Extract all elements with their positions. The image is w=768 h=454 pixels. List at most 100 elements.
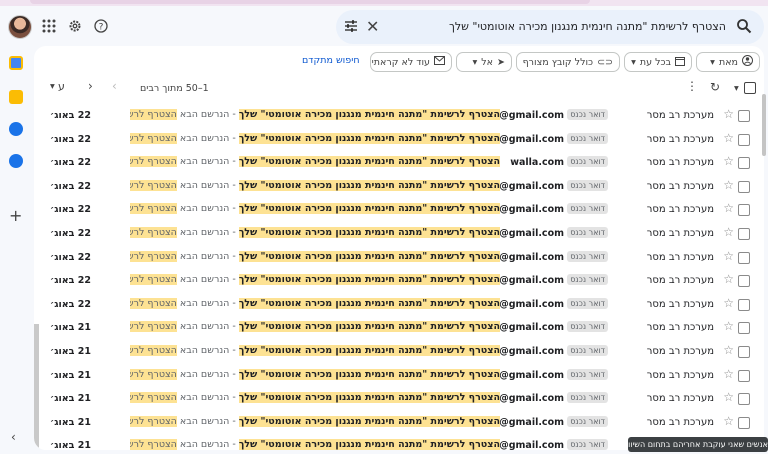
- contacts-icon[interactable]: [9, 154, 23, 168]
- help-icon[interactable]: ?: [92, 17, 110, 35]
- row-label-chip[interactable]: דואר נכנס: [567, 321, 608, 333]
- row-label-chip[interactable]: דואר נכנס: [567, 203, 608, 215]
- row-date: 22 באוג׳: [50, 251, 91, 263]
- row-snippet-highlight: הצטרף לרשימת "מ...: [130, 109, 177, 120]
- row-label-chip[interactable]: דואר נכנס: [567, 439, 608, 450]
- row-checkbox[interactable]: [738, 298, 750, 311]
- star-icon[interactable]: ☆: [723, 249, 734, 263]
- language-dropdown-icon[interactable]: ▾: [50, 81, 55, 92]
- row-checkbox[interactable]: [738, 346, 750, 358]
- search-query[interactable]: הצטרף לרשימת "מתנה חינמית מנגנון מכירה א…: [449, 20, 726, 33]
- search-icon[interactable]: [736, 18, 754, 36]
- date-filter-chip[interactable]: בכל עת ▾: [624, 52, 692, 72]
- table-row[interactable]: ☆מערכת רב מסרדואר נכנס@gmail.comהצטרף לר…: [34, 245, 764, 271]
- unread-filter-chip[interactable]: עוד לא קראתי: [370, 52, 452, 72]
- table-row[interactable]: ☆מערכת רב מסרדואר נכנס@gmail.comהצטרף לר…: [34, 222, 764, 247]
- input-language-label[interactable]: ע: [58, 80, 65, 93]
- star-icon[interactable]: ☆: [723, 296, 734, 310]
- row-checkbox[interactable]: [738, 393, 750, 406]
- attachment-filter-chip[interactable]: ⊂⊃ כולל קובץ מצורף: [516, 52, 620, 72]
- table-row[interactable]: ☆מערכת רב מסרדואר נכנס@gmail.comהצטרף לר…: [34, 363, 764, 389]
- star-icon[interactable]: ☆: [723, 343, 734, 357]
- row-label-chip[interactable]: דואר נכנס: [567, 227, 608, 238]
- row-checkbox[interactable]: [738, 416, 750, 429]
- to-filter-chip[interactable]: ➤ אל ▾: [456, 52, 512, 72]
- row-label-chip[interactable]: דואר נכנס: [567, 345, 608, 356]
- clear-search-icon[interactable]: ✕: [366, 17, 379, 36]
- star-icon[interactable]: ☆: [723, 225, 734, 239]
- row-checkbox[interactable]: [738, 369, 750, 382]
- search-options-icon[interactable]: [344, 19, 358, 33]
- table-row[interactable]: ☆מערכת רב מסרדואר נכנס@gmail.comהצטרף לר…: [34, 174, 764, 200]
- row-label-chip[interactable]: דואר נכנס: [567, 368, 608, 380]
- star-icon[interactable]: ☆: [723, 107, 734, 121]
- table-row[interactable]: ☆מערכת רב מסרדואר נכנס@gmail.comהצטרף לר…: [34, 387, 764, 413]
- refresh-icon[interactable]: ↻: [710, 80, 720, 94]
- row-snippet-text: - הנרשם הבא: [176, 227, 239, 238]
- table-row[interactable]: ☆מערכת רב מסרדואר נכנס@gmail.comהצטרף לר…: [34, 292, 764, 318]
- table-row[interactable]: ☆מערכת רב מסרדואר נכנס@gmail.comהצטרף לר…: [34, 269, 764, 295]
- calendar-icon[interactable]: [9, 56, 23, 70]
- row-checkbox[interactable]: [738, 251, 750, 264]
- avatar[interactable]: [8, 15, 32, 39]
- from-filter-label: מאת: [718, 56, 738, 68]
- table-row[interactable]: ☆ מערכת רב מסר דואר נכנס walla.com הצטרף לרש…: [34, 151, 764, 177]
- table-row[interactable]: ☆מערכת רב מסרדואר נכנס@gmail.comהצטרף לר…: [34, 340, 764, 365]
- row-checkbox[interactable]: [738, 180, 750, 193]
- chevron-down-icon: ▾: [472, 56, 478, 68]
- star-icon[interactable]: ☆: [723, 319, 734, 333]
- message-list: ☆ מערכת רב מסר דואר נכנס @gmail.com הצטרף לר…: [34, 104, 764, 450]
- row-label-chip[interactable]: דואר נכנס: [567, 109, 608, 120]
- table-row[interactable]: ☆מערכת רב מסרדואר נכנס@gmail.comהצטרף לר…: [34, 104, 764, 129]
- row-checkbox[interactable]: [738, 228, 750, 240]
- older-page-icon[interactable]: ›: [88, 79, 93, 93]
- keep-icon[interactable]: [9, 90, 23, 104]
- row-snippet-text: - הנרשם הבא: [176, 179, 239, 191]
- star-icon[interactable]: ☆: [723, 178, 734, 192]
- star-icon[interactable]: ☆: [723, 367, 734, 381]
- scrollbar[interactable]: [762, 94, 766, 156]
- table-row[interactable]: ☆מערכת רב מסרדואר נכנס@gmail.comהצטרף לר…: [34, 316, 764, 342]
- tasks-icon[interactable]: [9, 122, 23, 136]
- from-filter-chip[interactable]: מאת ▾: [696, 52, 760, 72]
- advanced-search-link[interactable]: חיפוש מתקדם: [302, 55, 360, 66]
- date-filter-label: בכל עת: [639, 56, 671, 68]
- table-row[interactable]: ☆מערכת רב מסרדואר נכנס@gmail.comהצטרף לר…: [34, 410, 764, 436]
- star-icon[interactable]: ☆: [723, 131, 734, 145]
- select-all-checkbox[interactable]: [744, 82, 756, 94]
- row-checkbox[interactable]: [738, 275, 750, 288]
- row-label-chip[interactable]: דואר נכנס: [567, 392, 608, 404]
- row-label-chip[interactable]: דואר נכנס: [567, 297, 608, 309]
- row-label-chip[interactable]: דואר נכנס: [567, 156, 608, 168]
- apps-grid-icon[interactable]: [40, 17, 58, 35]
- select-dropdown-icon[interactable]: ▾: [734, 83, 739, 94]
- star-icon[interactable]: ☆: [723, 154, 734, 168]
- row-snippet-text: - הנרשם הבא: [176, 109, 239, 120]
- star-icon[interactable]: ☆: [723, 414, 734, 428]
- collapse-panel-icon[interactable]: ‹: [11, 430, 16, 444]
- row-label-chip[interactable]: דואר נכנס: [567, 274, 608, 286]
- row-checkbox[interactable]: [738, 322, 750, 335]
- settings-icon[interactable]: [66, 17, 84, 35]
- row-label-chip[interactable]: דואר נכנס: [567, 415, 608, 427]
- row-checkbox[interactable]: [738, 110, 750, 122]
- row-label-chip[interactable]: דואר נכנס: [567, 179, 608, 191]
- more-options-icon[interactable]: ⋮: [686, 79, 698, 93]
- row-checkbox[interactable]: [738, 204, 750, 217]
- row-date: 22 באוג׳: [50, 180, 91, 192]
- star-icon[interactable]: ☆: [723, 201, 734, 215]
- row-label-chip[interactable]: דואר נכנס: [567, 132, 608, 144]
- row-email: @gmail.com: [499, 369, 564, 381]
- star-icon[interactable]: ☆: [723, 390, 734, 404]
- row-checkbox[interactable]: [738, 157, 750, 170]
- row-checkbox[interactable]: [738, 133, 750, 146]
- row-label-chip[interactable]: דואר נכנס: [567, 250, 608, 262]
- add-app-icon[interactable]: +: [9, 206, 22, 225]
- row-snippet-highlight: הצטרף לרשימת "...: [130, 368, 177, 380]
- table-row[interactable]: ☆מערכת רב מסרדואר נכנס@gmail.comהצטרף לר…: [34, 127, 764, 153]
- table-row[interactable]: ☆מערכת רב מסרדואר נכנס@gmail.comהצטרף לר…: [34, 198, 764, 224]
- newer-page-icon[interactable]: ‹: [112, 79, 117, 93]
- search-bar[interactable]: הצטרף לרשימת "מתנה חינמית מנגנון מכירה א…: [336, 10, 764, 44]
- row-sender: מערכת רב מסר: [646, 204, 714, 216]
- star-icon[interactable]: ☆: [723, 272, 734, 286]
